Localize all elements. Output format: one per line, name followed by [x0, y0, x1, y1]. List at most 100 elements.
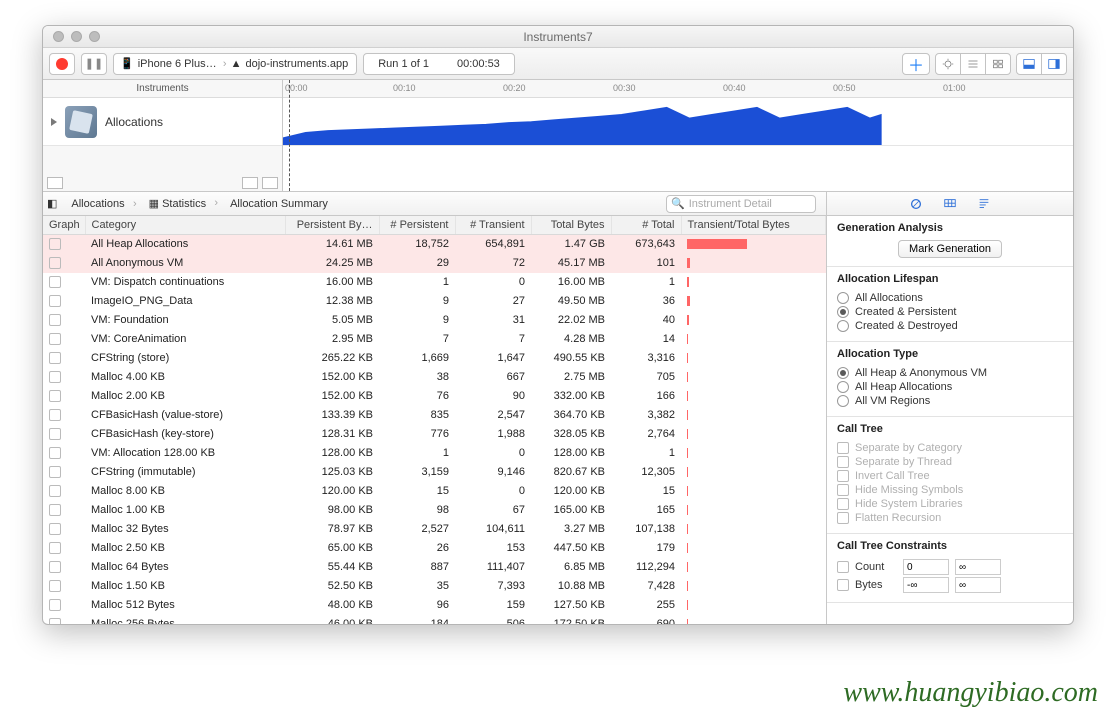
table-row[interactable]: CFString (store)265.22 KB1,6691,647490.5…: [43, 349, 826, 368]
track-nosnap-icon[interactable]: [242, 177, 258, 189]
record-button[interactable]: [49, 53, 75, 75]
track-zoom-icon[interactable]: [47, 177, 63, 189]
column-header[interactable]: Persistent By…: [285, 216, 379, 235]
persistent-count-cell: 38: [379, 368, 455, 387]
table-row[interactable]: Malloc 32 Bytes78.97 KB2,527104,6113.27 …: [43, 520, 826, 539]
allocation-table[interactable]: GraphCategoryPersistent By…# Persistent#…: [43, 216, 827, 624]
table-row[interactable]: Malloc 4.00 KB152.00 KB386672.75 MB705: [43, 368, 826, 387]
table-row[interactable]: All Heap Allocations14.61 MB18,752654,89…: [43, 235, 826, 255]
playhead[interactable]: [289, 80, 290, 191]
display-settings-icon[interactable]: [942, 197, 958, 211]
constraint-max-input[interactable]: [955, 559, 1001, 575]
table-row[interactable]: Malloc 2.50 KB65.00 KB26153447.50 KB179: [43, 539, 826, 558]
extended-detail-icon[interactable]: [976, 197, 992, 211]
table-row[interactable]: Malloc 512 Bytes48.00 KB96159127.50 KB25…: [43, 596, 826, 615]
table-row[interactable]: All Anonymous VM24.25 MB297245.17 MB101: [43, 254, 826, 273]
table-row[interactable]: VM: CoreAnimation2.95 MB774.28 MB14: [43, 330, 826, 349]
table-row[interactable]: Malloc 1.00 KB98.00 KB9867165.00 KB165: [43, 501, 826, 520]
lifespan-radio[interactable]: All Allocations: [837, 291, 1063, 305]
graph-checkbox[interactable]: [49, 409, 61, 421]
graph-checkbox[interactable]: [49, 238, 61, 250]
time-ruler[interactable]: 00:00 00:10 00:20 00:30 00:40 00:50 01:0…: [283, 80, 1073, 98]
graph-checkbox[interactable]: [49, 580, 61, 592]
search-input[interactable]: 🔍 Instrument Detail: [666, 195, 816, 213]
strategy-2-button[interactable]: [960, 53, 986, 75]
table-row[interactable]: ImageIO_PNG_Data12.38 MB92749.50 MB36: [43, 292, 826, 311]
graph-checkbox[interactable]: [49, 523, 61, 535]
column-header[interactable]: # Transient: [455, 216, 531, 235]
table-row[interactable]: VM: Dispatch continuations16.00 MB1016.0…: [43, 273, 826, 292]
graph-checkbox[interactable]: [49, 276, 61, 288]
bar-cell: [681, 444, 826, 463]
graph-checkbox[interactable]: [49, 257, 61, 269]
strategy-1-button[interactable]: [935, 53, 961, 75]
column-header[interactable]: # Persistent: [379, 216, 455, 235]
column-header[interactable]: Total Bytes: [531, 216, 611, 235]
checkbox-icon[interactable]: [837, 579, 849, 591]
track-snap-icon[interactable]: [262, 177, 278, 189]
checkbox-icon[interactable]: [837, 561, 849, 573]
view-detail-button[interactable]: [1016, 53, 1042, 75]
table-row[interactable]: Malloc 2.00 KB152.00 KB7690332.00 KB166: [43, 387, 826, 406]
graph-checkbox[interactable]: [49, 466, 61, 478]
graph-checkbox[interactable]: [49, 447, 61, 459]
track-graph[interactable]: 00:00 00:10 00:20 00:30 00:40 00:50 01:0…: [283, 80, 1073, 191]
column-header[interactable]: Category: [85, 216, 285, 235]
graph-checkbox[interactable]: [49, 599, 61, 611]
table-row[interactable]: Malloc 64 Bytes55.44 KB887111,4076.85 MB…: [43, 558, 826, 577]
detail-summary[interactable]: Allocation Summary: [220, 198, 338, 210]
device-icon: 📱: [120, 57, 134, 70]
table-row[interactable]: VM: Allocation 128.00 KB128.00 KB10128.0…: [43, 444, 826, 463]
transient-count-cell: 90: [455, 387, 531, 406]
disclosure-icon[interactable]: [51, 118, 57, 126]
graph-checkbox[interactable]: [49, 314, 61, 326]
constraint-max-input[interactable]: [955, 577, 1001, 593]
column-header[interactable]: Transient/Total Bytes: [681, 216, 826, 235]
table-row[interactable]: Malloc 1.50 KB52.50 KB357,39310.88 MB7,4…: [43, 577, 826, 596]
view-inspector-button[interactable]: [1041, 53, 1067, 75]
graph-checkbox[interactable]: [49, 618, 61, 624]
table-row[interactable]: CFBasicHash (value-store)133.39 KB8352,5…: [43, 406, 826, 425]
table-row[interactable]: Malloc 256 Bytes46.00 KB184506172.50 KB6…: [43, 615, 826, 624]
graph-checkbox[interactable]: [49, 485, 61, 497]
pause-button[interactable]: ❚❚: [81, 53, 107, 75]
target-device: iPhone 6 Plus…: [138, 58, 217, 70]
constraint-min-input[interactable]: [903, 559, 949, 575]
persistent-bytes-cell: 128.31 KB: [285, 425, 379, 444]
mark-generation-button[interactable]: Mark Generation: [898, 240, 1002, 258]
column-header[interactable]: # Total: [611, 216, 681, 235]
record-settings-icon[interactable]: [908, 197, 924, 211]
table-row[interactable]: Malloc 8.00 KB120.00 KB150120.00 KB15: [43, 482, 826, 501]
lifespan-radio[interactable]: Created & Persistent: [837, 305, 1063, 319]
detail-view[interactable]: ▦ Statistics: [139, 197, 216, 210]
graph-checkbox[interactable]: [49, 542, 61, 554]
table-row[interactable]: CFBasicHash (key-store)128.31 KB7761,988…: [43, 425, 826, 444]
persistent-bytes-cell: 120.00 KB: [285, 482, 379, 501]
column-header[interactable]: Graph: [43, 216, 85, 235]
run-info[interactable]: Run 1 of 1 00:00:53: [363, 53, 515, 75]
graph-checkbox[interactable]: [49, 333, 61, 345]
transient-count-cell: 1,988: [455, 425, 531, 444]
track-row-allocations[interactable]: Allocations: [43, 98, 282, 146]
graph-checkbox[interactable]: [49, 295, 61, 307]
allocations-graph[interactable]: [283, 98, 1073, 146]
strategy-3-button[interactable]: [985, 53, 1011, 75]
table-row[interactable]: VM: Foundation5.05 MB93122.02 MB40: [43, 311, 826, 330]
graph-checkbox[interactable]: [49, 428, 61, 440]
alloc-type-radio[interactable]: All Heap & Anonymous VM: [837, 366, 1063, 380]
add-instrument-button[interactable]: ＋: [902, 53, 930, 75]
graph-checkbox[interactable]: [49, 371, 61, 383]
category-cell: CFBasicHash (key-store): [85, 425, 285, 444]
graph-checkbox[interactable]: [49, 504, 61, 516]
constraint-min-input[interactable]: [903, 577, 949, 593]
graph-checkbox[interactable]: [49, 561, 61, 573]
transient-count-cell: 67: [455, 501, 531, 520]
table-row[interactable]: CFString (immutable)125.03 KB3,1599,1468…: [43, 463, 826, 482]
detail-instrument[interactable]: Allocations: [61, 198, 134, 210]
target-breadcrumb[interactable]: 📱iPhone 6 Plus… ▲dojo-instruments.app: [113, 53, 357, 75]
graph-checkbox[interactable]: [49, 390, 61, 402]
lifespan-radio[interactable]: Created & Destroyed: [837, 319, 1063, 333]
alloc-type-radio[interactable]: All Heap Allocations: [837, 380, 1063, 394]
alloc-type-radio[interactable]: All VM Regions: [837, 394, 1063, 408]
graph-checkbox[interactable]: [49, 352, 61, 364]
